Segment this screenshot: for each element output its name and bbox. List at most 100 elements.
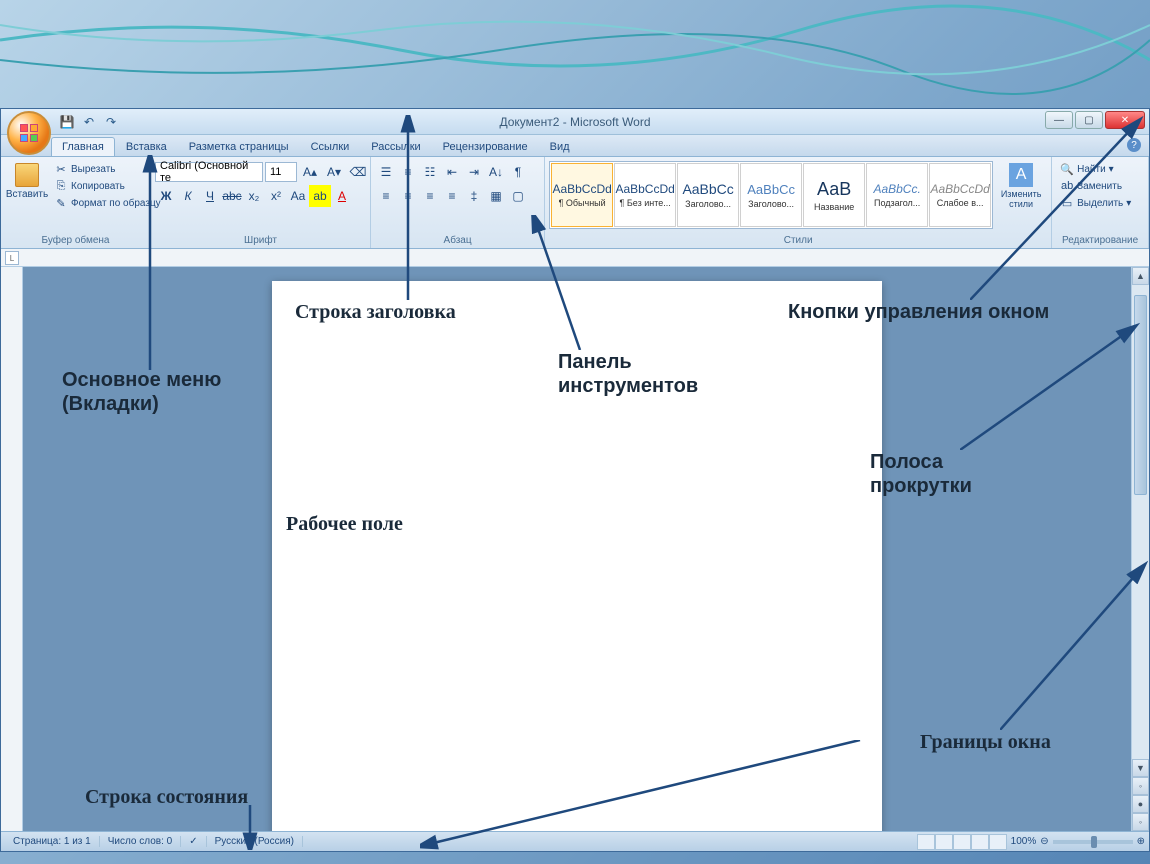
style-heading2[interactable]: AaBbCcЗаголово... (740, 163, 802, 227)
minimize-button[interactable]: — (1045, 111, 1073, 129)
zoom-slider[interactable] (1053, 840, 1133, 844)
page-container[interactable] (23, 267, 1131, 831)
full-screen-view[interactable] (935, 834, 953, 850)
numbering-button[interactable]: ≡ (397, 161, 419, 183)
highlight-button[interactable]: ab (309, 185, 331, 207)
page-status[interactable]: Страница: 1 из 1 (5, 836, 100, 847)
save-button[interactable]: 💾 (57, 112, 77, 132)
style-heading1[interactable]: AaBbCcЗаголово... (677, 163, 739, 227)
group-label: Шрифт (151, 235, 370, 246)
print-layout-view[interactable] (917, 834, 935, 850)
justify-button[interactable]: ≡ (441, 185, 463, 207)
tab-view[interactable]: Вид (539, 137, 581, 156)
zoom-level[interactable]: 100% (1011, 836, 1037, 847)
group-label: Абзац (371, 235, 544, 246)
format-painter-button[interactable]: ✎Формат по образцу (51, 195, 164, 211)
tab-references[interactable]: Ссылки (300, 137, 361, 156)
draft-view[interactable] (989, 834, 1007, 850)
zoom-in-button[interactable]: ⊕ (1137, 836, 1145, 847)
subscript-button[interactable]: x₂ (243, 185, 265, 207)
style-subtle[interactable]: AaBbCcDdСлабое в... (929, 163, 991, 227)
superscript-button[interactable]: x² (265, 185, 287, 207)
help-icon[interactable]: ? (1127, 138, 1141, 152)
bold-button[interactable]: Ж (155, 185, 177, 207)
browse-button[interactable]: ● (1132, 795, 1149, 813)
view-buttons (917, 834, 1007, 850)
sort-button[interactable]: A↓ (485, 161, 507, 183)
group-label: Редактирование (1052, 235, 1148, 246)
font-color-button[interactable]: A (331, 185, 353, 207)
horizontal-ruler[interactable]: L (1, 249, 1149, 267)
scroll-track[interactable] (1132, 285, 1149, 759)
borders-button[interactable]: ▢ (507, 185, 529, 207)
copy-button[interactable]: ⎘Копировать (51, 178, 164, 194)
cut-button[interactable]: ✂Вырезать (51, 161, 164, 177)
office-button[interactable] (7, 111, 51, 155)
underline-button[interactable]: Ч (199, 185, 221, 207)
paste-button[interactable]: Вставить (5, 161, 49, 202)
tab-insert[interactable]: Вставка (115, 137, 178, 156)
change-case-button[interactable]: Aa (287, 185, 309, 207)
style-subtitle[interactable]: AaBbCc.Подзагол... (866, 163, 928, 227)
indent-inc-button[interactable]: ⇥ (463, 161, 485, 183)
group-font: Calibri (Основной те 11 A▴ A▾ ⌫ Ж К Ч ab… (151, 157, 371, 248)
tab-page-layout[interactable]: Разметка страницы (178, 137, 300, 156)
shrink-font-button[interactable]: A▾ (323, 161, 345, 183)
find-button[interactable]: 🔍Найти ▾ (1056, 161, 1135, 177)
close-button[interactable]: ✕ (1105, 111, 1145, 129)
tab-review[interactable]: Рецензирование (432, 137, 539, 156)
ribbon-tabs: Главная Вставка Разметка страницы Ссылки… (1, 135, 1149, 157)
line-spacing-button[interactable]: ‡ (463, 185, 485, 207)
prev-page-button[interactable]: ◦ (1132, 777, 1149, 795)
scroll-down-button[interactable]: ▼ (1132, 759, 1149, 777)
align-center-button[interactable]: ≡ (397, 185, 419, 207)
ribbon: Вставить ✂Вырезать ⎘Копировать ✎Формат п… (1, 157, 1149, 249)
align-left-button[interactable]: ≡ (375, 185, 397, 207)
style-normal[interactable]: AaBbCcDd¶ Обычный (551, 163, 613, 227)
outline-view[interactable] (971, 834, 989, 850)
style-no-spacing[interactable]: AaBbCcDd¶ Без инте... (614, 163, 676, 227)
document-page[interactable] (272, 281, 882, 831)
undo-button[interactable]: ↶ (79, 112, 99, 132)
replace-button[interactable]: abЗаменить (1056, 178, 1135, 194)
select-icon: ▭ (1060, 196, 1074, 210)
multilevel-button[interactable]: ☷ (419, 161, 441, 183)
word-count[interactable]: Число слов: 0 (100, 836, 181, 847)
web-layout-view[interactable] (953, 834, 971, 850)
tab-mailings[interactable]: Рассылки (360, 137, 431, 156)
spell-check-icon[interactable]: ✓ (181, 836, 206, 847)
indent-dec-button[interactable]: ⇤ (441, 161, 463, 183)
font-name-combo[interactable]: Calibri (Основной те (155, 162, 263, 182)
change-styles-button[interactable]: A Изменить стили (995, 161, 1047, 211)
bullets-button[interactable]: ☰ (375, 161, 397, 183)
grow-font-button[interactable]: A▴ (299, 161, 321, 183)
zoom-thumb[interactable] (1091, 836, 1097, 848)
styles-gallery[interactable]: AaBbCcDd¶ Обычный AaBbCcDd¶ Без инте... … (549, 161, 993, 229)
copy-icon: ⎘ (54, 179, 68, 193)
italic-button[interactable]: К (177, 185, 199, 207)
ruler-corner[interactable]: L (5, 251, 19, 265)
maximize-button[interactable]: ▢ (1075, 111, 1103, 129)
language-status[interactable]: Русский (Россия) (207, 836, 303, 847)
select-button[interactable]: ▭Выделить ▾ (1056, 195, 1135, 211)
find-icon: 🔍 (1060, 162, 1074, 176)
group-styles: AaBbCcDd¶ Обычный AaBbCcDd¶ Без инте... … (545, 157, 1052, 248)
document-area: ▲ ▼ ◦ ● ◦ (1, 267, 1149, 831)
strike-button[interactable]: abc (221, 185, 243, 207)
align-right-button[interactable]: ≡ (419, 185, 441, 207)
vertical-scrollbar[interactable]: ▲ ▼ ◦ ● ◦ (1131, 267, 1149, 831)
tab-home[interactable]: Главная (51, 137, 115, 156)
scroll-up-button[interactable]: ▲ (1132, 267, 1149, 285)
show-marks-button[interactable]: ¶ (507, 161, 529, 183)
scroll-thumb[interactable] (1134, 295, 1147, 495)
next-page-button[interactable]: ◦ (1132, 813, 1149, 831)
shading-button[interactable]: ▦ (485, 185, 507, 207)
font-size-combo[interactable]: 11 (265, 162, 297, 182)
redo-button[interactable]: ↷ (101, 112, 121, 132)
style-title[interactable]: АаВНазвание (803, 163, 865, 227)
paste-label: Вставить (6, 189, 48, 200)
zoom-out-button[interactable]: ⊖ (1040, 836, 1048, 847)
clear-format-button[interactable]: ⌫ (347, 161, 369, 183)
vertical-ruler[interactable] (1, 267, 23, 831)
window-controls: — ▢ ✕ (1045, 111, 1145, 129)
